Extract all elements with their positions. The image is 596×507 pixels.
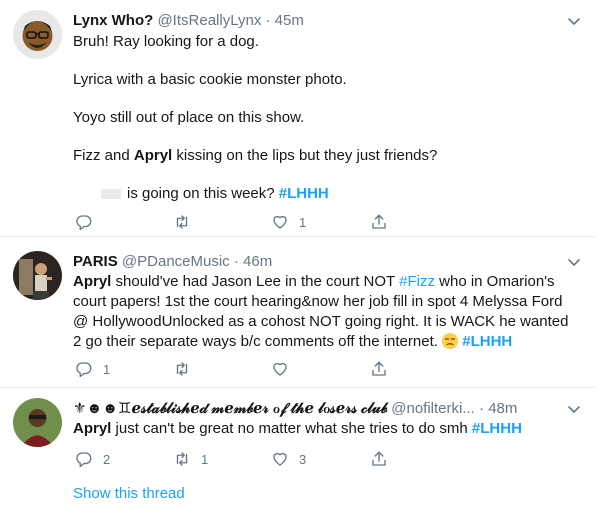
tweet-line: Lyrica with a basic cookie monster photo… [73, 71, 347, 88]
like-button[interactable]: 3 [271, 449, 306, 469]
share-icon [372, 214, 386, 229]
retweet-icon [176, 215, 188, 229]
show-thread-link[interactable]: Show this thread [73, 484, 185, 504]
like-button[interactable] [271, 359, 289, 379]
share-icon [372, 451, 386, 466]
reply-count: 1 [103, 361, 111, 377]
tweet-line: Fizz and Apryl kissing on the lips but t… [73, 147, 438, 164]
reply-button[interactable] [75, 212, 93, 232]
tweet-paragraph: Apryl just can't be great no matter what… [73, 420, 522, 437]
heart-icon [273, 215, 287, 229]
tweet-line: is going on this week? #LHHH [73, 184, 583, 204]
retweet-button[interactable] [173, 212, 191, 232]
display-name[interactable]: ⚜☻☻♊ℯ𝓈𝓉𝒶𝒷𝓁𝒾𝓈𝒽ℯ𝒹 𝓂ℯ𝓂𝒷ℯ𝓇 ℴ𝒻 𝓉𝒽ℯ 𝓁ℴ𝓈ℯ𝓇𝓈 𝒸𝓁𝓊… [73, 400, 387, 417]
retweet-icon [176, 452, 188, 466]
tweet-header: PARIS @PDanceMusic · 46m [73, 252, 556, 272]
tweet-header: ⚜☻☻♊ℯ𝓈𝓉𝒶𝒷𝓁𝒾𝓈𝒽ℯ𝒹 𝓂ℯ𝓂𝒷ℯ𝓇 ℴ𝒻 𝓉𝒽ℯ 𝓁ℴ𝓈ℯ𝓇𝓈 𝒸𝓁𝓊… [73, 399, 556, 419]
like-button[interactable]: 1 [271, 212, 306, 232]
separator-dot: · [479, 400, 485, 417]
tweet[interactable]: ⚜☻☻♊ℯ𝓈𝓉𝒶𝒷𝓁𝒾𝓈𝒽ℯ𝒹 𝓂ℯ𝓂𝒷ℯ𝓇 ℴ𝒻 𝓉𝒽ℯ 𝓁ℴ𝓈ℯ𝓇𝓈 𝒸𝓁𝓊… [0, 388, 596, 478]
tweet-text: Bruh! Ray looking for a dog. Lyrica with… [73, 32, 583, 204]
display-name[interactable]: PARIS [73, 253, 118, 270]
share-button[interactable] [370, 212, 388, 232]
separator-dot: · [233, 253, 239, 270]
tweet-line: Yoyo still out of place on this show. [73, 109, 305, 126]
reply-icon [76, 362, 92, 378]
reply-icon [76, 452, 92, 468]
reply-button[interactable]: 2 [75, 449, 110, 469]
retweet-button[interactable]: 1 [173, 449, 208, 469]
separator-dot: · [265, 12, 271, 29]
mention[interactable]: Apryl [134, 147, 172, 164]
share-button[interactable] [370, 449, 388, 469]
avatar[interactable] [13, 251, 62, 300]
chevron-down-icon[interactable] [566, 254, 582, 270]
obscured-text [101, 189, 121, 200]
user-handle[interactable]: @nofilterki... [391, 400, 475, 417]
retweet-button[interactable] [173, 359, 191, 379]
display-name[interactable]: Lynx Who? [73, 12, 153, 29]
chevron-down-icon[interactable] [566, 13, 582, 29]
heart-icon [273, 362, 287, 376]
share-button[interactable] [370, 359, 388, 379]
mention[interactable]: Apryl [73, 420, 111, 437]
mention[interactable]: Apryl [73, 273, 111, 290]
user-handle[interactable]: @ItsReallyLynx [157, 12, 261, 29]
tweet-text: Apryl just can't be great no matter what… [73, 419, 583, 439]
tweet-header: Lynx Who? @ItsReallyLynx · 45m [73, 11, 556, 31]
user-handle[interactable]: @PDanceMusic [122, 253, 230, 270]
tweet-paragraph: Apryl should've had Jason Lee in the cou… [73, 273, 569, 350]
tweet-text: Apryl should've had Jason Lee in the cou… [73, 272, 573, 352]
tweet[interactable]: PARIS @PDanceMusic · 46m Apryl should've… [0, 237, 596, 387]
timestamp[interactable]: 48m [488, 400, 517, 417]
hashtag[interactable]: #LHHH [462, 333, 512, 350]
tweet[interactable]: Lynx Who? @ItsReallyLynx · 45m Bruh! Ray… [0, 0, 596, 235]
retweet-count: 1 [201, 451, 209, 467]
like-count: 1 [299, 214, 307, 230]
hashtag[interactable]: #LHHH [279, 185, 329, 202]
heart-icon [273, 452, 287, 466]
hashtag[interactable]: #Fizz [399, 273, 435, 290]
reply-button[interactable]: 1 [75, 359, 110, 379]
avatar[interactable] [13, 398, 62, 447]
reply-icon [76, 215, 92, 231]
unamused-face-emoji [442, 333, 459, 349]
tweet-line: Bruh! Ray looking for a dog. [73, 33, 259, 50]
chevron-down-icon[interactable] [566, 401, 582, 417]
reply-count: 2 [103, 451, 111, 467]
hashtag[interactable]: #LHHH [472, 420, 522, 437]
share-icon [372, 361, 386, 376]
retweet-icon [176, 362, 188, 376]
avatar[interactable] [13, 10, 62, 59]
timestamp[interactable]: 46m [243, 253, 272, 270]
timestamp[interactable]: 45m [275, 12, 304, 29]
like-count: 3 [299, 451, 307, 467]
